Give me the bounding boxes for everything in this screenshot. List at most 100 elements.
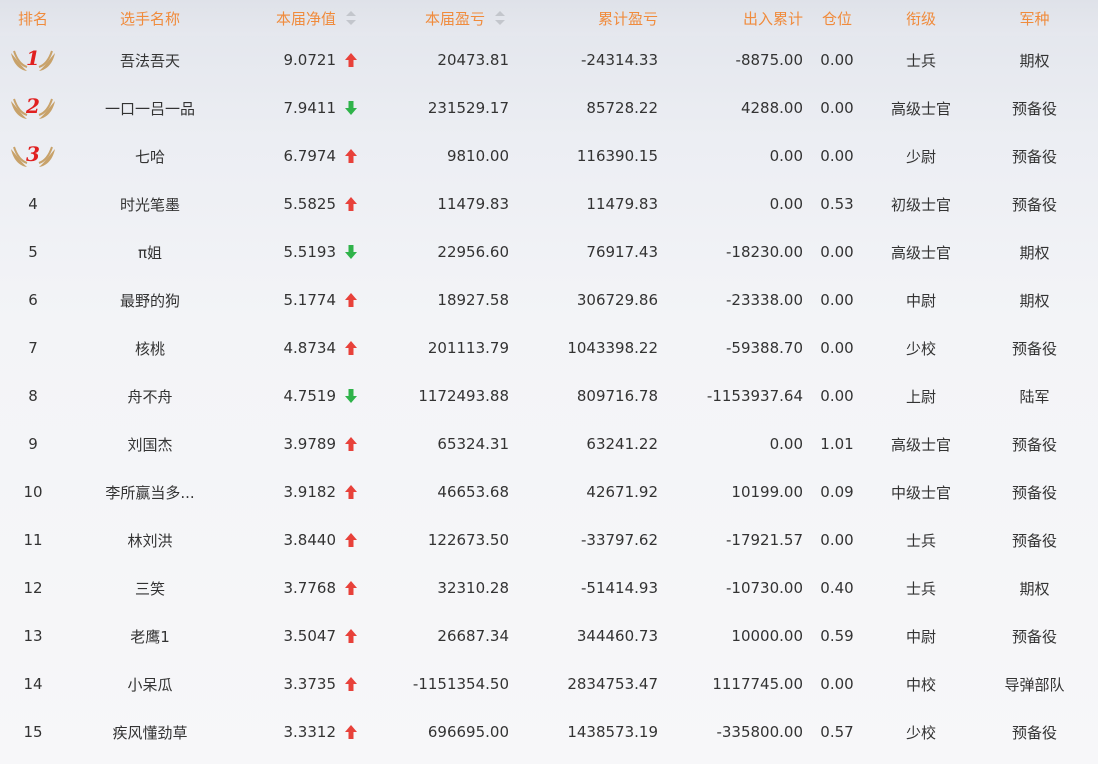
cum-value: -33797.62 <box>581 531 658 549</box>
position-value: 0.00 <box>820 387 854 405</box>
table-row[interactable]: 10 李所赢当多... 3.9182 46653.68 42671.92 101… <box>0 468 1098 516</box>
player-name[interactable]: 老鹰1 <box>66 626 234 647</box>
table-row[interactable]: 15 疾风懂劲草 3.3312 696695.00 1438573.19 -33… <box>0 708 1098 756</box>
arrow-up-icon <box>344 724 358 740</box>
header-nav[interactable]: 本届净值 <box>234 8 360 29</box>
flow-value: 0.00 <box>769 435 803 453</box>
position-value: 0.00 <box>820 675 854 693</box>
table-row[interactable]: 4 时光笔墨 5.5825 11479.83 11479.83 0.00 0.5… <box>0 180 1098 228</box>
pl-value: 20473.81 <box>437 51 509 69</box>
arrow-up-icon <box>344 580 358 596</box>
pl-value: 22956.60 <box>437 243 509 261</box>
rank-number: 12 <box>23 579 43 597</box>
leaderboard-table: 排名 选手名称 本届净值 本届盈亏 累计盈亏 出入累计 仓位 衔级 军种 1 吾… <box>0 0 1098 756</box>
svg-text:3: 3 <box>26 142 40 166</box>
player-name[interactable]: 林刘洪 <box>66 530 234 551</box>
flow-value: 0.00 <box>769 195 803 213</box>
table-row[interactable]: 13 老鹰1 3.5047 26687.34 344460.73 10000.0… <box>0 612 1098 660</box>
player-name[interactable]: 舟不舟 <box>66 386 234 407</box>
cum-value: 809716.78 <box>576 387 658 405</box>
rank-title: 上尉 <box>905 387 936 406</box>
pl-value: 11479.83 <box>437 195 509 213</box>
service-branch: 预备役 <box>1011 627 1057 646</box>
header-pl[interactable]: 本届盈亏 <box>360 8 509 29</box>
table-row[interactable]: 7 核桃 4.8734 201113.79 1043398.22 -59388.… <box>0 324 1098 372</box>
player-name[interactable]: 李所赢当多... <box>66 482 234 503</box>
nav-value: 5.1774 <box>283 291 337 309</box>
sort-icon[interactable] <box>346 11 356 25</box>
cum-value: 1438573.19 <box>567 723 658 741</box>
arrow-up-icon <box>344 676 358 692</box>
cum-value: 63241.22 <box>586 435 658 453</box>
service-branch: 预备役 <box>1011 531 1057 550</box>
position-value: 0.53 <box>820 195 854 213</box>
service-branch: 期权 <box>1019 579 1050 598</box>
arrow-up-icon <box>344 292 358 308</box>
rank-cell: 13 <box>0 627 66 645</box>
table-row[interactable]: 9 刘国杰 3.9789 65324.31 63241.22 0.00 1.01… <box>0 420 1098 468</box>
table-row[interactable]: 2 一口一吕一品 7.9411 231529.17 85728.22 4288.… <box>0 84 1098 132</box>
flow-value: 0.00 <box>769 147 803 165</box>
player-name[interactable]: π姐 <box>66 242 234 263</box>
header-title: 衔级 <box>905 9 936 28</box>
rank-title: 中校 <box>905 675 936 694</box>
rank-number: 6 <box>28 291 38 309</box>
service-branch: 预备役 <box>1011 339 1057 358</box>
player-name[interactable]: 吾法吾天 <box>66 50 234 71</box>
sort-icon[interactable] <box>495 11 505 25</box>
flow-value: -18230.00 <box>726 243 803 261</box>
table-row[interactable]: 3 七哈 6.7974 9810.00 116390.15 0.00 0.00 … <box>0 132 1098 180</box>
table-row[interactable]: 6 最野的狗 5.1774 18927.58 306729.86 -23338.… <box>0 276 1098 324</box>
arrow-up-icon <box>344 628 358 644</box>
player-name[interactable]: 三笑 <box>66 578 234 599</box>
arrow-down-icon <box>344 244 358 260</box>
nav-value: 9.0721 <box>283 51 337 69</box>
rank-cell: 6 <box>0 291 66 309</box>
player-name[interactable]: 时光笔墨 <box>66 194 234 215</box>
table-row[interactable]: 11 林刘洪 3.8440 122673.50 -33797.62 -17921… <box>0 516 1098 564</box>
rank-title: 少尉 <box>905 147 936 166</box>
nav-cell: 3.3735 <box>234 675 360 693</box>
player-name[interactable]: 七哈 <box>66 146 234 167</box>
cum-value: 11479.83 <box>586 195 658 213</box>
arrow-up-icon <box>344 484 358 500</box>
pl-value: 1172493.88 <box>418 387 509 405</box>
cum-value: 2834753.47 <box>567 675 658 693</box>
table-row[interactable]: 5 π姐 5.5193 22956.60 76917.43 -18230.00 … <box>0 228 1098 276</box>
player-name[interactable]: 小呆瓜 <box>66 674 234 695</box>
table-row[interactable]: 12 三笑 3.7768 32310.28 -51414.93 -10730.0… <box>0 564 1098 612</box>
header-rank: 排名 <box>17 9 48 28</box>
rank-cell: 2 <box>0 93 66 123</box>
rank-number: 11 <box>23 531 43 549</box>
rank-medal-icon: 1 <box>7 45 59 75</box>
player-name[interactable]: 核桃 <box>66 338 234 359</box>
player-name[interactable]: 最野的狗 <box>66 290 234 311</box>
nav-cell: 3.7768 <box>234 579 360 597</box>
table-row[interactable]: 14 小呆瓜 3.3735 -1151354.50 2834753.47 111… <box>0 660 1098 708</box>
rank-number: 14 <box>23 675 43 693</box>
rank-cell: 12 <box>0 579 66 597</box>
arrow-up-icon <box>344 148 358 164</box>
medal-wings-icon: 3 <box>11 142 55 167</box>
pl-value: 9810.00 <box>446 147 509 165</box>
player-name[interactable]: 刘国杰 <box>66 434 234 455</box>
flow-value: 4288.00 <box>740 99 803 117</box>
nav-cell: 7.9411 <box>234 99 360 117</box>
nav-cell: 5.5193 <box>234 243 360 261</box>
player-name[interactable]: 一口一吕一品 <box>66 98 234 119</box>
position-value: 0.00 <box>820 339 854 357</box>
player-name[interactable]: 疾风懂劲草 <box>66 722 234 743</box>
rank-title: 士兵 <box>905 51 936 70</box>
rank-title: 初级士官 <box>890 195 951 214</box>
table-row[interactable]: 8 舟不舟 4.7519 1172493.88 809716.78 -11539… <box>0 372 1098 420</box>
service-branch: 导弹部队 <box>1004 675 1065 694</box>
rank-medal-icon: 2 <box>7 93 59 123</box>
position-value: 0.40 <box>820 579 854 597</box>
pl-value: 696695.00 <box>427 723 509 741</box>
nav-value: 3.8440 <box>283 531 337 549</box>
nav-cell: 3.3312 <box>234 723 360 741</box>
cum-value: 76917.43 <box>586 243 658 261</box>
svg-text:2: 2 <box>25 94 40 118</box>
header-arm: 军种 <box>1019 9 1050 28</box>
table-row[interactable]: 1 吾法吾天 9.0721 20473.81 -24314.33 -8875.0… <box>0 36 1098 84</box>
